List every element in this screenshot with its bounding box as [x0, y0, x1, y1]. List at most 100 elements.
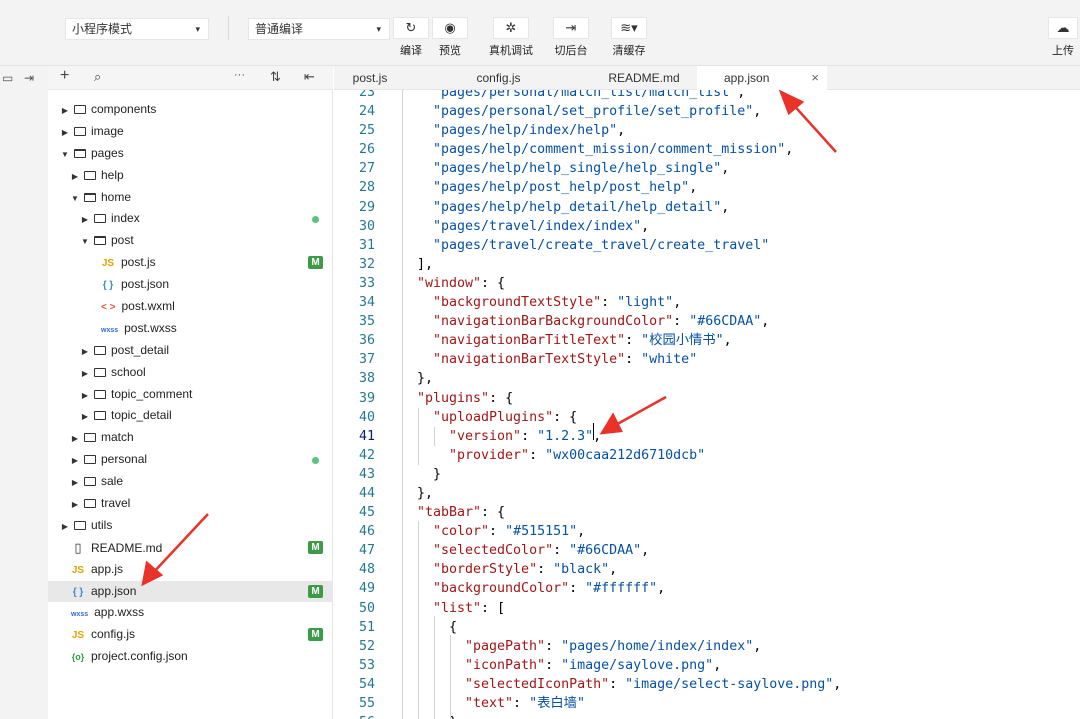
tree-item[interactable]: ▶ school: [48, 362, 333, 384]
chevron-right-icon[interactable]: ▶: [80, 209, 90, 231]
tab-label: config.js: [476, 71, 521, 85]
tree-item[interactable]: ▶ image: [48, 121, 333, 143]
tree-item[interactable]: ▶ sale: [48, 471, 333, 493]
mode-select[interactable]: 小程序模式 ▾: [65, 18, 209, 40]
tree-item[interactable]: ▶ utils: [48, 515, 333, 537]
tree-item-label: post: [111, 233, 134, 248]
chevron-down-icon: ▾: [195, 24, 200, 34]
remote-debug-button[interactable]: ✲ 真机调试: [487, 17, 535, 61]
tree-item-label: topic_comment: [111, 386, 193, 401]
json-punctuation: ],: [417, 256, 434, 272]
json-punctuation: :: [513, 696, 530, 711]
tree-item[interactable]: JS post.js M: [48, 252, 333, 274]
chevron-right-icon[interactable]: ▶: [60, 122, 70, 144]
code-text: "text": "表白墙": [417, 694, 585, 713]
code-line: 25 "pages/help/index/help",: [334, 121, 1080, 140]
add-file-icon[interactable]: +: [60, 67, 69, 85]
line-number: 28: [358, 180, 375, 196]
tree-item[interactable]: ▶ personal: [48, 449, 333, 471]
tree-item[interactable]: < > post.wxml: [48, 296, 333, 318]
folder-icon: [84, 433, 96, 443]
line-number: 44: [358, 485, 375, 501]
json-file-icon: { }: [72, 586, 84, 598]
text-cursor: [593, 423, 594, 440]
collapse-icon[interactable]: ⇤: [304, 69, 315, 85]
code-editor[interactable]: 23 "pages/personal/match_list/match_list"…: [334, 90, 1080, 719]
json-punctuation: :: [529, 447, 546, 463]
tree-item[interactable]: JS app.js: [48, 559, 333, 581]
remote-debug-button-label: 真机调试: [489, 45, 533, 57]
chevron-right-icon[interactable]: ▶: [70, 166, 80, 188]
tree-item[interactable]: ▼ pages: [48, 143, 333, 165]
json-punctuation: ,: [657, 581, 666, 597]
top-toolbar: 小程序模式 ▾ 普通编译 ▾ ↻ 编译 ◉ 预览 ✲ 真机调试 ⇥ 切后台 ≋▾…: [0, 0, 1080, 66]
close-icon[interactable]: ×: [811, 66, 819, 90]
json-punctuation: :: [553, 543, 570, 559]
tab-post-js[interactable]: post.js: [334, 66, 406, 90]
background-switch-button[interactable]: ⇥ 切后台: [553, 17, 589, 61]
tree-item[interactable]: ▼ home: [48, 187, 333, 209]
chevron-right-icon[interactable]: ▶: [70, 472, 80, 494]
tree-item[interactable]: ▶ components: [48, 99, 333, 121]
code-text: "borderStyle": "black",: [417, 560, 617, 579]
line-number: 41: [358, 428, 375, 444]
chevron-right-icon[interactable]: ▶: [70, 450, 80, 472]
code-text: "pages/help/post_help/post_help",: [417, 178, 697, 197]
tree-item[interactable]: ▶ index: [48, 208, 333, 230]
tree-item[interactable]: ▼ post: [48, 230, 333, 252]
more-options-icon[interactable]: ···: [234, 69, 245, 81]
chevron-down-icon[interactable]: ▼: [70, 188, 80, 210]
chevron-right-icon[interactable]: ▶: [80, 363, 90, 385]
json-key: "pagePath": [465, 638, 546, 654]
tree-item[interactable]: ▶ topic_comment: [48, 384, 333, 406]
search-icon[interactable]: ⌕: [94, 69, 101, 85]
preview-button[interactable]: ◉ 预览: [432, 17, 468, 61]
code-text: },: [417, 369, 433, 388]
chevron-right-icon[interactable]: ▶: [80, 406, 90, 428]
compile-button[interactable]: ↻ 编译: [393, 17, 429, 61]
chevron-right-icon[interactable]: ▶: [70, 428, 80, 450]
chevron-right-icon[interactable]: ▶: [60, 516, 70, 538]
tree-item[interactable]: JS config.js M: [48, 624, 333, 646]
line-number: 48: [358, 562, 375, 578]
json-string: "black": [553, 562, 610, 578]
tree-item[interactable]: {o} project.config.json: [48, 646, 333, 668]
split-icon[interactable]: ⇥: [24, 71, 34, 85]
tree-item[interactable]: ▯ README.md M: [48, 537, 333, 559]
line-number: 37: [358, 352, 375, 368]
panel-icon[interactable]: ▭: [2, 71, 13, 85]
json-string: "#515151": [505, 524, 578, 540]
tree-item[interactable]: ▶ travel: [48, 493, 333, 515]
tab-readme-md[interactable]: README.md: [591, 66, 697, 90]
tab-config-js[interactable]: config.js: [406, 66, 591, 90]
tree-item-label: image: [91, 123, 124, 138]
compile-select[interactable]: 普通编译 ▾: [248, 18, 390, 40]
tab-app-json[interactable]: app.json ×: [697, 66, 827, 90]
tree-item[interactable]: ▶ topic_detail: [48, 405, 333, 427]
chevron-right-icon[interactable]: ▶: [60, 100, 70, 122]
tree-item[interactable]: ▶ match: [48, 427, 333, 449]
status-dot: [312, 457, 319, 465]
tree-item-label: post.json: [121, 277, 170, 292]
chevron-right-icon[interactable]: ▶: [80, 385, 90, 407]
chevron-down-icon[interactable]: ▼: [80, 231, 90, 253]
code-line: 26 "pages/help/comment_mission/comment_mi…: [334, 140, 1080, 159]
sort-icon[interactable]: ⇅: [270, 69, 281, 85]
json-punctuation: :: [545, 657, 562, 673]
code-text: "pages/help/help_single/help_single",: [417, 159, 729, 178]
upload-button[interactable]: ☁ 上传: [1046, 17, 1080, 61]
compile-select-value: 普通编译: [255, 22, 304, 36]
tab-label: post.js: [352, 71, 388, 85]
clear-cache-button[interactable]: ≋▾ 清缓存: [610, 17, 648, 61]
tree-item[interactable]: ▶ post_detail: [48, 340, 333, 362]
chevron-down-icon[interactable]: ▼: [60, 144, 70, 166]
chevron-right-icon[interactable]: ▶: [80, 341, 90, 363]
tree-item[interactable]: wxss post.wxss: [48, 318, 333, 340]
tree-item[interactable]: ▶ help: [48, 165, 333, 187]
chevron-right-icon[interactable]: ▶: [70, 494, 80, 516]
tree-item[interactable]: { } post.json: [48, 274, 333, 296]
tree-item[interactable]: { } app.json M: [48, 580, 333, 603]
json-key: "window": [417, 275, 482, 291]
tree-item[interactable]: wxss app.wxss: [48, 602, 333, 624]
code-text: }: [417, 465, 441, 484]
